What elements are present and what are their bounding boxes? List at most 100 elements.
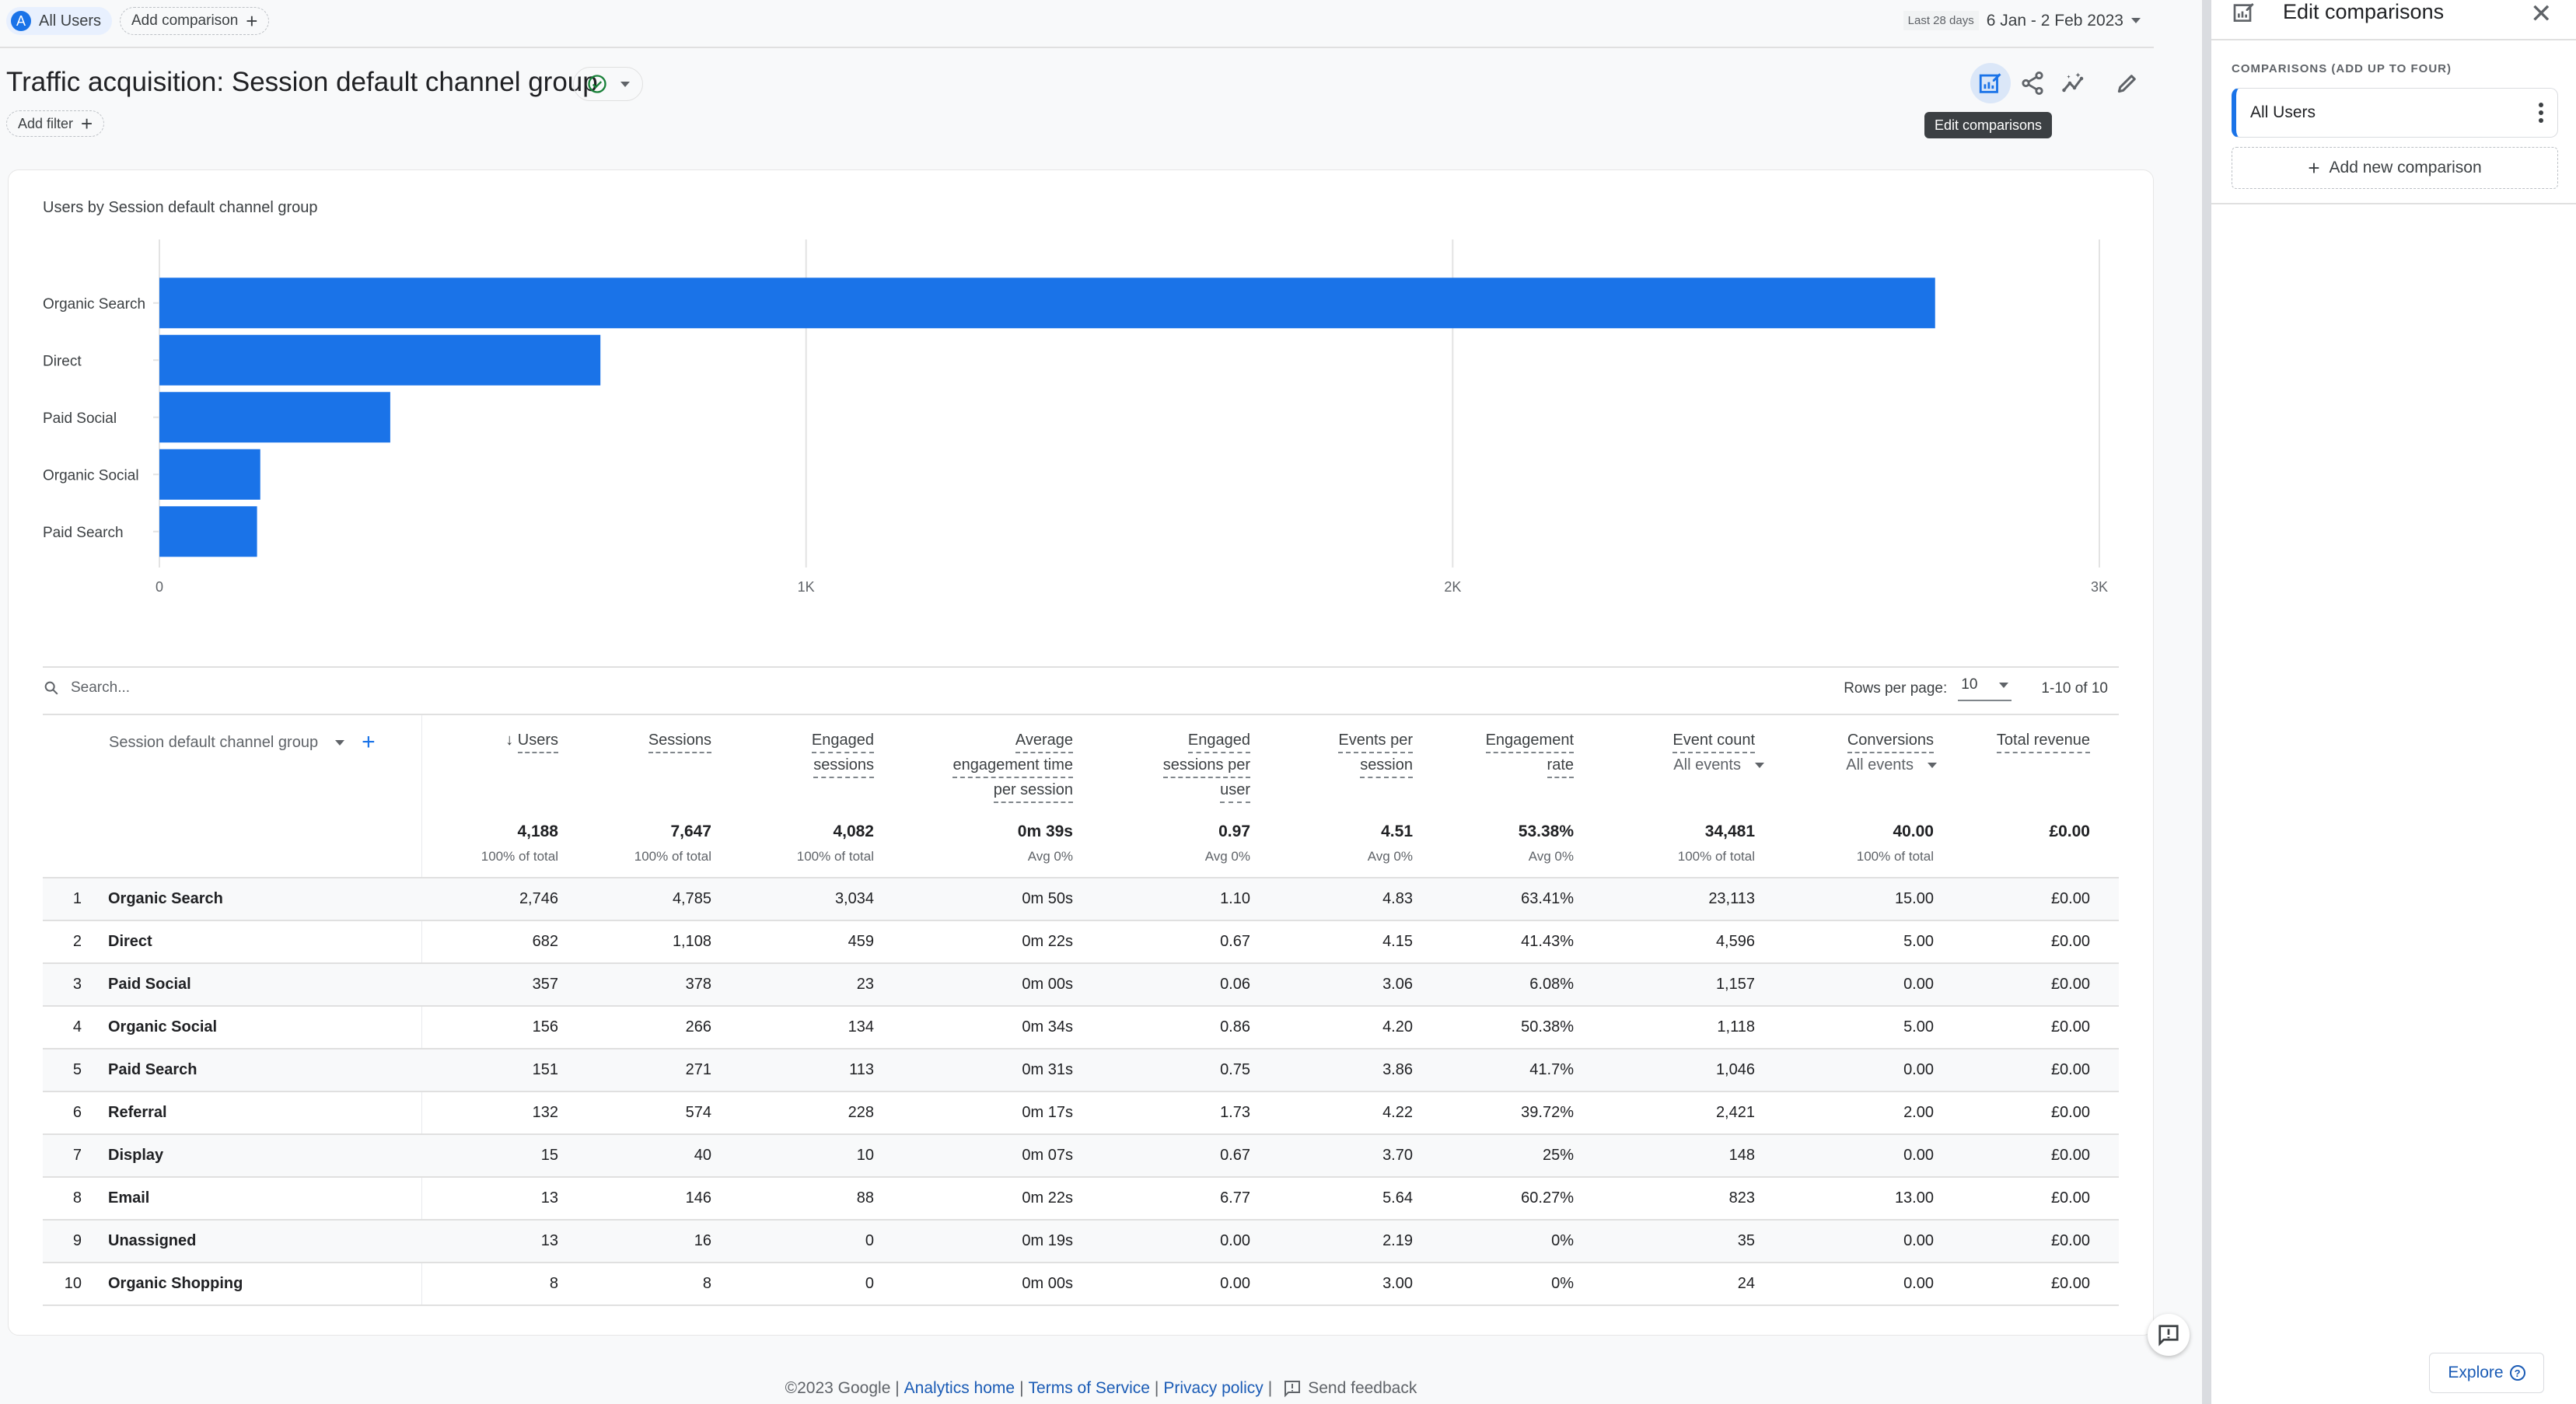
bar[interactable] — [159, 449, 260, 500]
add-dimension-icon[interactable]: + — [362, 731, 376, 754]
row-dimension-value[interactable]: Display — [108, 1135, 163, 1176]
privacy-policy-link[interactable]: Privacy policy — [1163, 1379, 1263, 1398]
search-input[interactable]: Search... — [71, 679, 130, 697]
row-metric-value: 0m 22s — [1022, 1189, 1073, 1207]
more-vert-icon[interactable] — [2539, 103, 2543, 123]
table-row[interactable]: 3 Paid Social 357 378 23 0m 00s 0.06 3.06 6.08% 1… — [43, 962, 2119, 1005]
row-metric-value: 156 — [532, 1018, 558, 1036]
rows-per-page-select[interactable]: 10 — [1958, 676, 2012, 701]
add-filter-button[interactable]: Add filter + — [6, 110, 105, 137]
column-header-label: rate — [1547, 753, 1574, 778]
column-header[interactable]: ↓ Users — [505, 728, 558, 753]
customize-report-button[interactable] — [2107, 63, 2148, 103]
bar[interactable] — [159, 334, 601, 386]
table-search[interactable]: Search... — [43, 679, 130, 697]
column-header[interactable]: Engaged sessions — [811, 728, 874, 778]
row-index: 5 — [72, 1061, 82, 1078]
terms-of-service-link[interactable]: Terms of Service — [1029, 1379, 1150, 1398]
row-dimension-value[interactable]: Paid Social — [108, 964, 191, 1005]
plus-icon: + — [2308, 156, 2320, 180]
row-metric-value: 4.22 — [1382, 1104, 1413, 1121]
x-tick-label: 2K — [1444, 579, 1461, 595]
row-index: 2 — [72, 933, 82, 950]
row-dimension-value[interactable]: Direct — [108, 921, 152, 962]
column-header[interactable]: Event count All events — [1672, 728, 1764, 777]
column-header[interactable]: Engaged sessions per user — [1162, 728, 1250, 803]
table-row[interactable]: 6 Referral 132 574 228 0m 17s 1.73 4.22 39.72% 2,… — [43, 1091, 2119, 1133]
segment-chip-all-users[interactable]: A All Users — [6, 7, 113, 35]
column-filter-select[interactable]: All events — [1846, 753, 1937, 777]
caret-down-icon — [1999, 682, 2009, 688]
row-dimension-value[interactable]: Email — [108, 1178, 149, 1219]
table-row[interactable]: 5 Paid Search 151 271 113 0m 31s 0.75 3.86 41.7%… — [43, 1048, 2119, 1091]
table-row[interactable]: 2 Direct 682 1,108 459 0m 22s 0.67 4.15 41.43% 4,… — [43, 920, 2119, 962]
column-filter-select[interactable]: All events — [1672, 753, 1764, 777]
row-metric-value: 15.00 — [1894, 890, 1934, 907]
bar[interactable] — [159, 506, 257, 557]
row-metric-value: 88 — [856, 1189, 874, 1207]
table-row[interactable]: 10 Organic Shopping 8 8 0 0m 00s 0.00 3.00 0% 24 0… — [43, 1262, 2119, 1304]
caret-down-icon — [1928, 762, 1937, 768]
feedback-fab[interactable] — [2148, 1314, 2190, 1356]
table-row[interactable]: 9 Unassigned 13 16 0 0m 19s 0.00 2.19 0% 35 0.00 £0… — [43, 1219, 2119, 1262]
explore-label: Explore — [2448, 1364, 2504, 1381]
search-icon — [44, 681, 58, 695]
copyright: ©2023 Google | — [785, 1379, 900, 1397]
row-metric-value: 0m 00s — [1022, 1275, 1073, 1292]
row-metric-value: 378 — [685, 976, 711, 993]
bar[interactable] — [159, 392, 390, 443]
row-dimension-value[interactable]: Unassigned — [108, 1221, 196, 1262]
edit-comparisons-button[interactable] — [1970, 63, 2011, 103]
date-range-preset: Last 28 days — [1903, 11, 1979, 30]
row-metric-value: 0.00 — [1903, 1275, 1934, 1292]
comparison-item[interactable]: All Users — [2232, 88, 2558, 138]
row-index: 1 — [72, 890, 82, 907]
report-status-menu[interactable] — [573, 67, 643, 101]
table-row[interactable]: 1 Organic Search 2,746 4,785 3,034 0m 50s 1.10… — [43, 877, 2119, 920]
table-row[interactable]: 7 Display 15 40 10 0m 07s 0.67 3.70 25% 148 0.00 £0… — [43, 1133, 2119, 1176]
insights-button[interactable] — [2054, 63, 2095, 103]
column-header-label: per session — [993, 778, 1073, 803]
panel-scrollbar[interactable] — [2202, 0, 2211, 1404]
row-metric-value: 13.00 — [1894, 1189, 1934, 1207]
row-metric-value: 40 — [694, 1147, 711, 1164]
row-metric-value: 151 — [532, 1061, 558, 1078]
row-metric-value: 5.64 — [1382, 1189, 1413, 1207]
chart-title: Users by Session default channel group — [43, 199, 318, 216]
dimension-header[interactable]: Session default channel group + — [109, 731, 376, 754]
table-row[interactable]: 8 Email 13 146 88 0m 22s 6.77 5.64 60.27% 823 13.0… — [43, 1176, 2119, 1219]
row-metric-value: 3.70 — [1382, 1147, 1413, 1164]
explore-button[interactable]: Explore ? — [2429, 1353, 2544, 1393]
send-feedback-link[interactable]: Send feedback — [1283, 1379, 1417, 1398]
column-header-label: Users — [517, 728, 558, 753]
column-header[interactable]: Sessions — [648, 728, 711, 753]
x-tick-label: 3K — [2091, 579, 2108, 595]
column-total: 7,647 — [670, 822, 711, 840]
add-new-comparison-button[interactable]: + Add new comparison — [2232, 147, 2558, 189]
row-metric-value: £0.00 — [2050, 1147, 2090, 1164]
column-header[interactable]: Total revenue — [1996, 728, 2090, 753]
close-icon[interactable]: ✕ — [2530, 0, 2553, 30]
column-header[interactable]: Events per session — [1338, 728, 1413, 778]
row-dimension-value[interactable]: Referral — [108, 1092, 167, 1133]
column-header-label: Average — [1015, 728, 1073, 753]
table-row[interactable]: 4 Organic Social 156 266 134 0m 34s 0.86 4.20 50… — [43, 1005, 2119, 1048]
tooltip: Edit comparisons — [1924, 112, 2053, 138]
date-range-picker[interactable]: Last 28 days 6 Jan - 2 Feb 2023 — [1903, 11, 2141, 30]
row-dimension-value[interactable]: Paid Search — [108, 1050, 197, 1091]
row-metric-value: 113 — [849, 1061, 874, 1078]
row-dimension-value[interactable]: Organic Social — [108, 1007, 217, 1048]
bar[interactable] — [159, 278, 1935, 329]
row-dimension-value[interactable]: Organic Shopping — [108, 1263, 243, 1304]
column-header-label: Engaged — [1187, 728, 1250, 753]
analytics-home-link[interactable]: Analytics home — [904, 1379, 1015, 1398]
share-button[interactable] — [2012, 63, 2053, 103]
column-header[interactable]: Conversions All events — [1846, 728, 1937, 777]
table-bottom-border — [43, 1304, 2119, 1306]
check-circle-icon — [588, 75, 606, 93]
row-dimension-value[interactable]: Organic Search — [108, 878, 223, 920]
row-metric-value: 16 — [694, 1232, 711, 1249]
add-comparison-button[interactable]: Add comparison + — [120, 7, 270, 35]
column-header[interactable]: Engagement rate — [1485, 728, 1574, 778]
column-header[interactable]: Average engagement time per session — [952, 728, 1073, 803]
